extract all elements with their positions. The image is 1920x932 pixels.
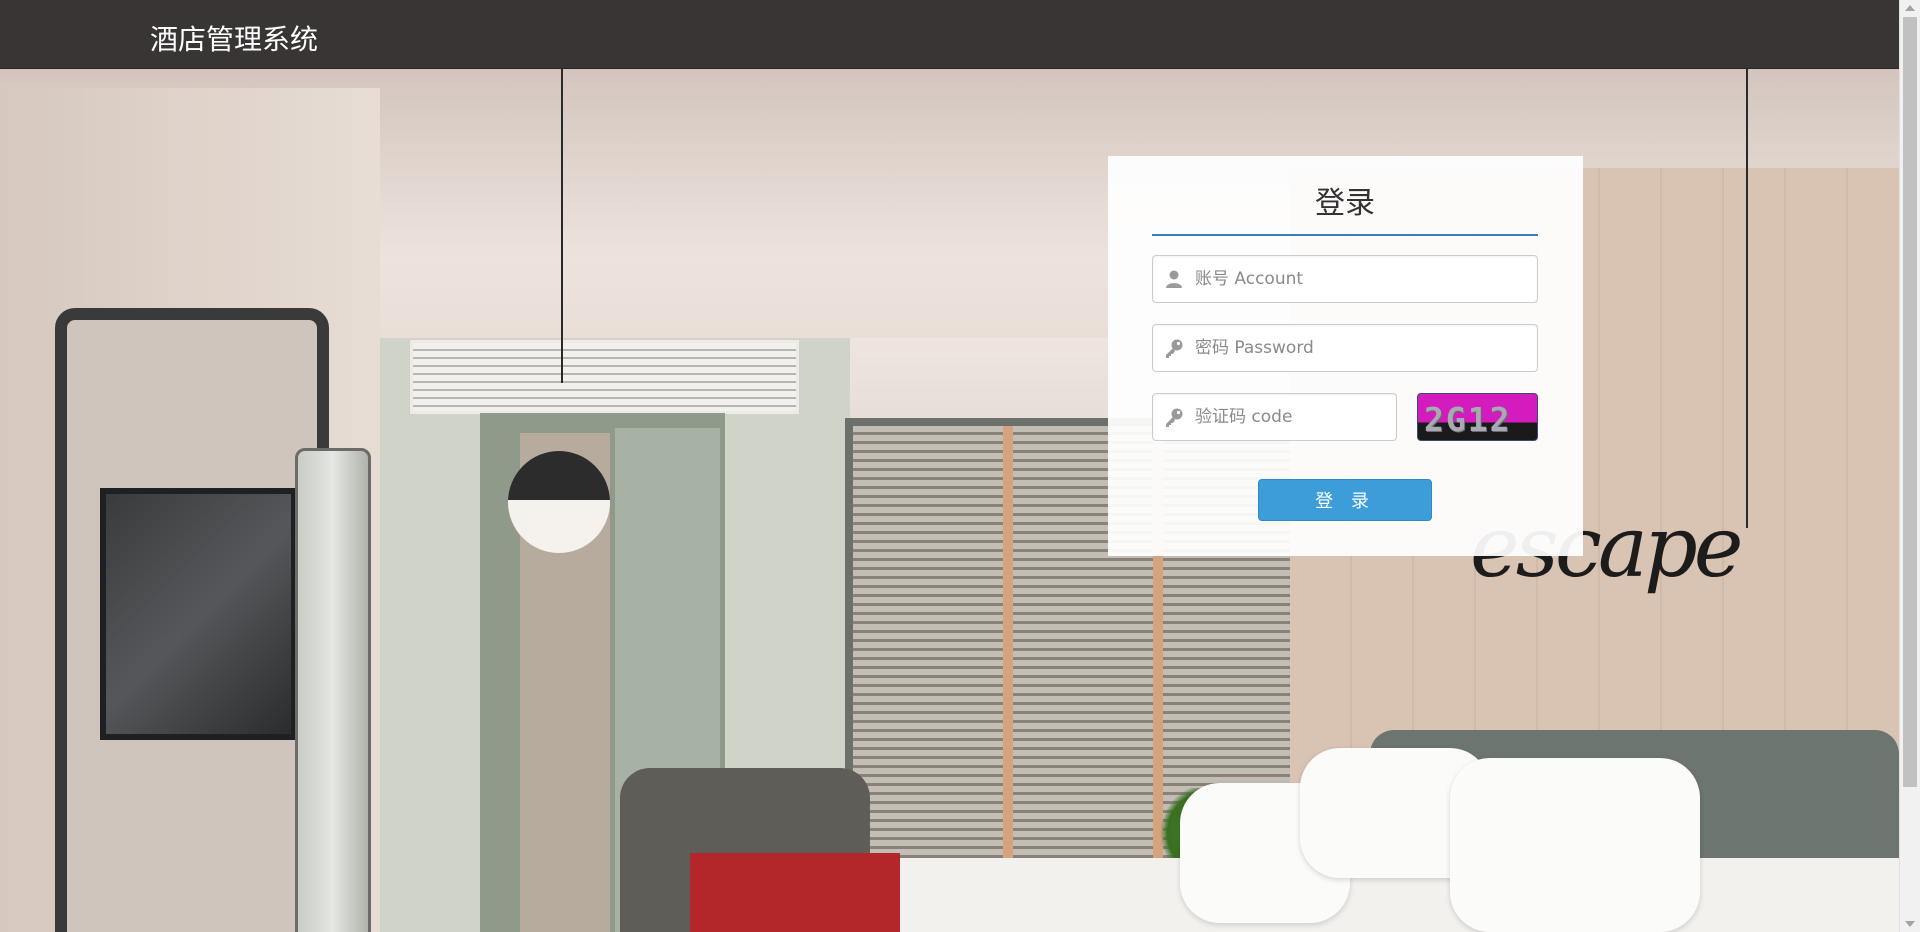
mirror [295,448,371,932]
login-button[interactable]: 登 录 [1258,479,1432,521]
pillow [1450,758,1700,932]
air-vent [410,340,799,414]
captcha-image[interactable]: 2G12 [1417,393,1538,441]
lamp-cord [561,68,563,383]
account-field[interactable] [1152,255,1538,303]
television [100,488,297,740]
user-icon [1163,268,1185,290]
account-input[interactable] [1195,256,1529,302]
password-field[interactable] [1152,324,1538,372]
top-bar: 酒店管理系统 [0,0,1899,69]
pendant-lamp [508,451,610,553]
background-image: escape [0,68,1899,932]
lamp-cord [1746,68,1748,528]
app-title: 酒店管理系统 [150,23,319,56]
password-input[interactable] [1195,325,1529,371]
scroll-down-arrow-icon[interactable] [1905,921,1915,927]
key-icon [1163,406,1185,428]
page-scrollbar[interactable] [1899,0,1920,932]
login-title: 登录 [1152,178,1538,236]
scrollbar-thumb[interactable] [1903,17,1917,787]
scroll-up-arrow-icon[interactable] [1905,5,1915,11]
login-panel: 登录 账号 Account 验证码 code 2G12 登 录 [1108,156,1583,556]
code-input[interactable] [1195,394,1388,440]
key-icon [1163,337,1185,359]
red-throw [690,853,900,932]
captcha-text: 2G12 [1424,400,1512,439]
code-field[interactable] [1152,393,1397,441]
page: escape 酒店管理系统 登录 账号 Account 验证码 code 2G1… [0,0,1899,932]
